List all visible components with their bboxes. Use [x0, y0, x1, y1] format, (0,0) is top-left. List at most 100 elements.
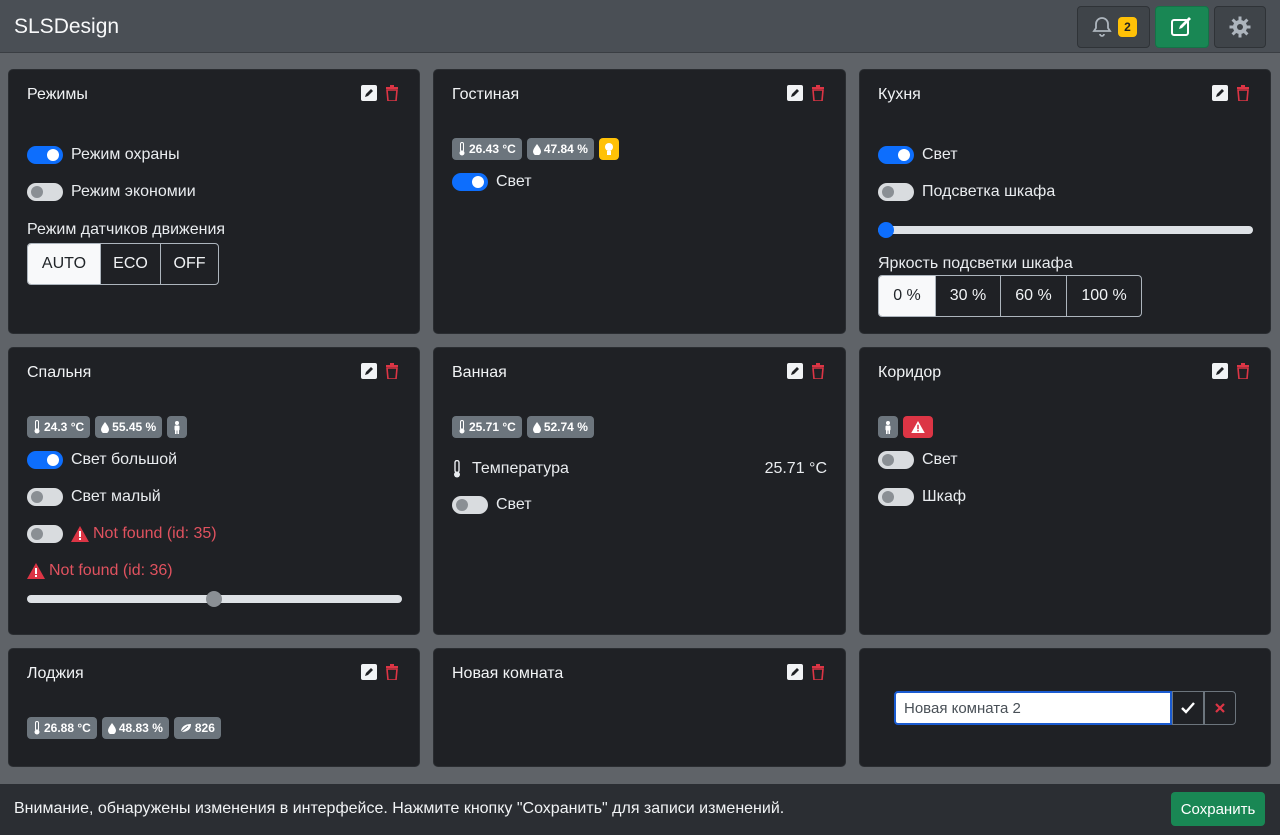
temperature-value: 25.71 °C — [469, 420, 516, 434]
settings-button[interactable] — [1214, 6, 1266, 48]
save-button[interactable]: Сохранить — [1171, 792, 1265, 826]
edit-card-button[interactable] — [1212, 85, 1228, 101]
small-light-switch[interactable] — [27, 488, 63, 506]
toggle-label: Свет — [496, 496, 532, 513]
pencil-icon — [1216, 89, 1224, 97]
humidity-chip: 52.74 % — [526, 416, 594, 438]
edit-card-button[interactable] — [361, 664, 377, 680]
edit-card-button[interactable] — [1212, 363, 1228, 379]
card-title: Режимы — [27, 86, 88, 103]
light-switch[interactable] — [452, 496, 488, 514]
delete-card-button[interactable] — [1236, 85, 1250, 101]
temperature-chip: 25.71 °C — [452, 416, 522, 438]
warning-triangle-icon — [71, 526, 89, 542]
edit-card-button[interactable] — [787, 363, 803, 379]
toggle-row-economy: Режим экономии — [27, 183, 196, 201]
light-indicator-chip — [598, 138, 619, 160]
economy-mode-switch[interactable] — [27, 183, 63, 201]
card-loggia: Лоджия 26.88 °C 48.83 % 826 — [8, 648, 420, 767]
trash-icon — [386, 664, 398, 680]
toggle-row-big-light: Свет большой — [27, 451, 177, 469]
temperature-label-group: Температура — [452, 460, 569, 478]
card-bedroom: Спальня 24.3 °C 55.45 % Свет большой Све… — [8, 347, 420, 635]
bedroom-slider[interactable] — [27, 591, 402, 607]
pencil-icon — [365, 668, 373, 676]
warning-triangle-icon — [27, 563, 45, 579]
temperature-value: 24.3 °C — [44, 420, 85, 434]
temperature-reading: 25.71 °C — [764, 460, 827, 477]
brightness-preset-100[interactable]: 100 % — [1066, 276, 1141, 316]
person-icon — [885, 420, 891, 434]
delete-card-button[interactable] — [1236, 363, 1250, 379]
brightness-preset-0[interactable]: 0 % — [879, 276, 935, 316]
card-kitchen: Кухня Свет Подсветка шкафа Яркость подсв… — [859, 69, 1271, 334]
delete-card-button[interactable] — [385, 363, 399, 379]
pencil-icon — [1216, 367, 1224, 375]
toggle-label: Режим экономии — [71, 183, 196, 200]
motion-mode-label: Режим датчиков движения — [27, 221, 226, 238]
edit-mode-button[interactable] — [1155, 6, 1209, 48]
light-switch[interactable] — [452, 173, 488, 191]
card-new-room: Новая комната — [433, 648, 846, 767]
brightness-preset-30[interactable]: 30 % — [935, 276, 1000, 316]
edit-card-button[interactable] — [787, 664, 803, 680]
security-mode-switch[interactable] — [27, 146, 63, 164]
edit-card-button[interactable] — [361, 363, 377, 379]
check-icon — [1181, 702, 1195, 714]
cancel-add-room-button[interactable] — [1204, 691, 1236, 725]
droplet-icon — [107, 722, 116, 734]
co2-value: 826 — [194, 721, 215, 735]
co2-chip: 826 — [173, 717, 221, 739]
motion-mode-eco[interactable]: ECO — [100, 244, 160, 284]
error-label: Not found (id: 36) — [49, 562, 173, 579]
trash-icon — [812, 664, 824, 680]
toggle-label: Свет малый — [71, 488, 161, 505]
unsaved-changes-bar: Внимание, обнаружены изменения в интерфе… — [0, 784, 1280, 835]
brightness-preset-60[interactable]: 60 % — [1000, 276, 1066, 316]
pencil-icon — [791, 367, 799, 375]
edit-card-button[interactable] — [787, 85, 803, 101]
toggle-row-small-light: Свет малый — [27, 488, 161, 506]
edit-card-button[interactable] — [361, 85, 377, 101]
warning-triangle-icon — [911, 421, 925, 433]
notifications-button[interactable]: 2 — [1077, 6, 1150, 48]
temperature-value: 26.88 °C — [44, 721, 91, 735]
big-light-switch[interactable] — [27, 451, 63, 469]
temperature-value: 26.43 °C — [469, 142, 516, 156]
light-switch[interactable] — [878, 146, 914, 164]
temperature-chip: 26.88 °C — [27, 717, 97, 739]
card-living-room: Гостиная 26.43 °C 47.84 % Свет — [433, 69, 846, 334]
card-title: Лоджия — [27, 665, 84, 682]
card-title: Кухня — [878, 86, 921, 103]
new-room-name-input[interactable] — [894, 691, 1172, 725]
thermometer-icon — [34, 721, 40, 735]
missing-device-switch[interactable] — [27, 525, 63, 543]
toggle-row-cabinet-light: Подсветка шкафа — [878, 183, 1055, 201]
light-switch[interactable] — [878, 451, 914, 469]
trash-icon — [812, 363, 824, 379]
delete-card-button[interactable] — [811, 85, 825, 101]
delete-card-button[interactable] — [385, 664, 399, 680]
delete-card-button[interactable] — [385, 85, 399, 101]
toggle-row-missing-35: Not found (id: 35) — [27, 525, 217, 543]
delete-card-button[interactable] — [811, 664, 825, 680]
motion-mode-off[interactable]: OFF — [160, 244, 218, 284]
motion-mode-auto[interactable]: AUTO — [28, 244, 100, 284]
sensor-chips: 24.3 °C 55.45 % — [27, 416, 188, 438]
confirm-add-room-button[interactable] — [1172, 691, 1204, 725]
card-title: Спальня — [27, 364, 92, 381]
sensor-chips: 26.88 °C 48.83 % 826 — [27, 717, 221, 739]
slider-thumb[interactable] — [206, 591, 222, 607]
cabinet-brightness-slider[interactable] — [878, 222, 1253, 238]
thermometer-icon — [454, 460, 460, 478]
cabinet-light-switch[interactable] — [878, 183, 914, 201]
slider-thumb[interactable] — [878, 222, 894, 238]
delete-card-button[interactable] — [811, 363, 825, 379]
toggle-row-light: Свет — [452, 496, 532, 514]
wardrobe-switch[interactable] — [878, 488, 914, 506]
toggle-row-light: Свет — [878, 451, 958, 469]
unsaved-changes-message: Внимание, обнаружены изменения в интерфе… — [14, 800, 785, 817]
brightness-preset-group: 0 % 30 % 60 % 100 % — [878, 275, 1142, 317]
leaf-icon — [180, 724, 191, 733]
temperature-chip: 26.43 °C — [452, 138, 522, 160]
